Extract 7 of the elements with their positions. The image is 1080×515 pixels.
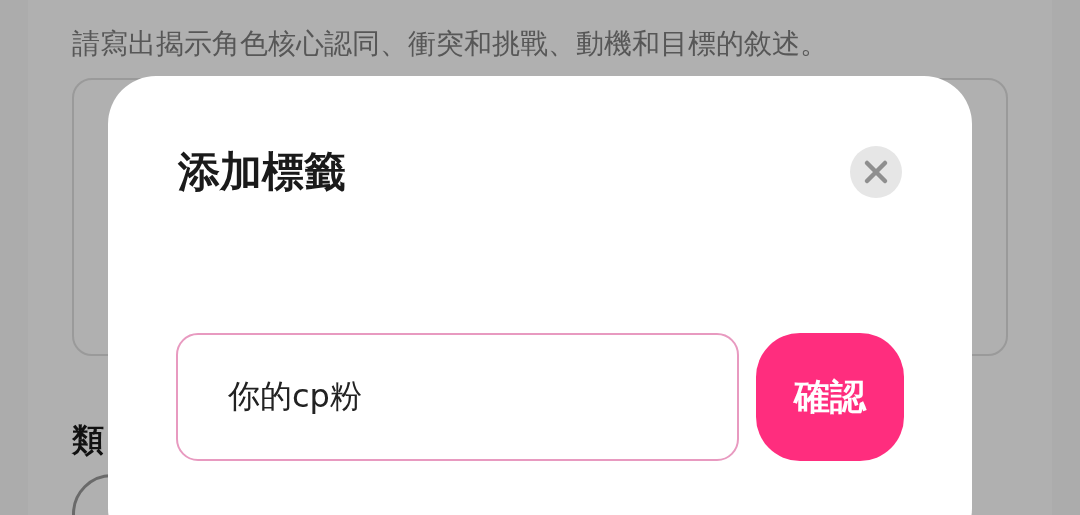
section-heading: 類 <box>72 420 105 460</box>
close-icon <box>863 159 889 185</box>
confirm-button[interactable]: 確認 <box>756 333 904 461</box>
description-hint: 請寫出揭示角色核心認同、衝突和挑戰、動機和目標的敘述。 <box>72 26 829 62</box>
close-button[interactable] <box>850 146 902 198</box>
dialog-title: 添加標籤 <box>178 146 346 198</box>
tag-input[interactable]: 你的cp粉 <box>176 333 740 461</box>
